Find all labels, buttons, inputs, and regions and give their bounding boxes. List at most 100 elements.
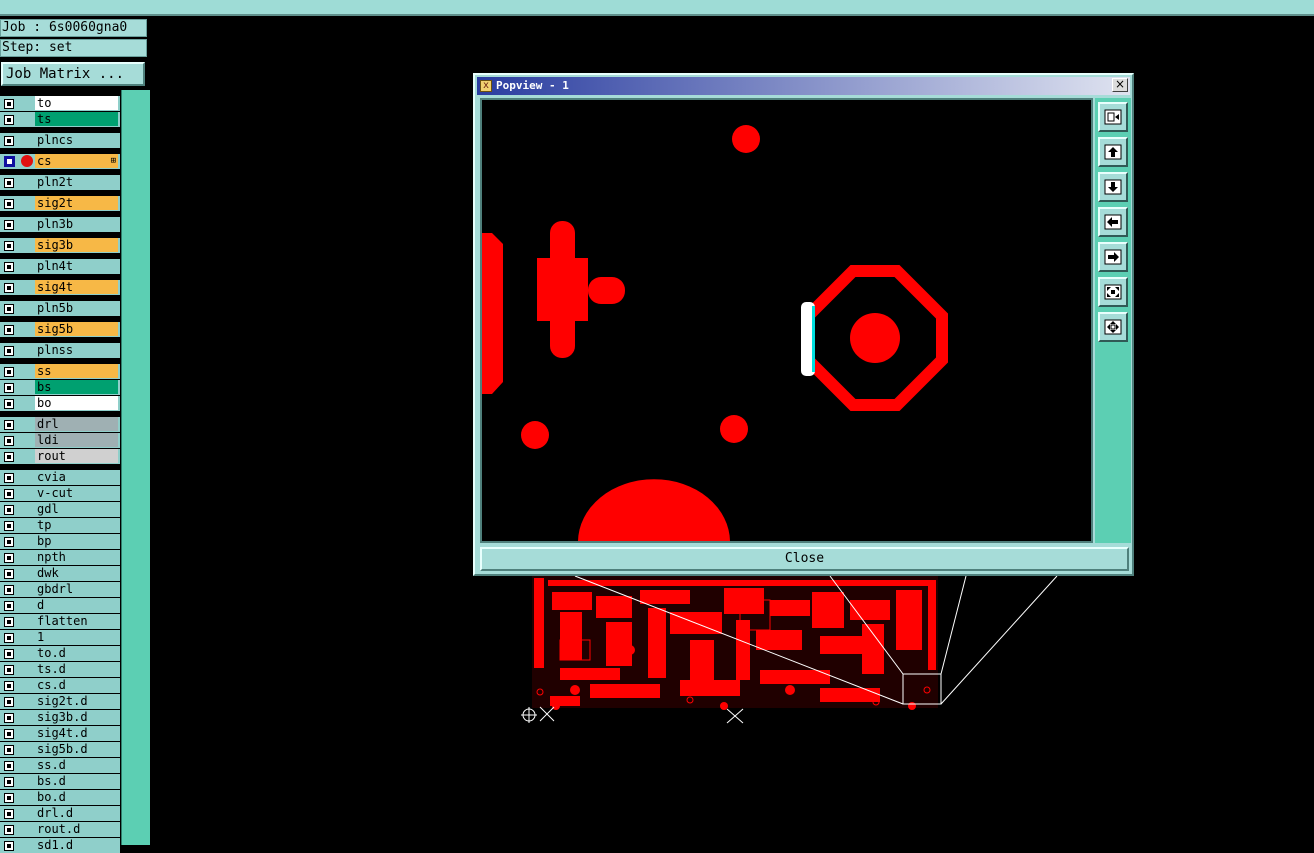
layer-name[interactable]: cs	[35, 154, 118, 168]
layer-row-d[interactable]: d	[0, 598, 120, 613]
popview-close-icon[interactable]: ×	[1112, 78, 1128, 92]
layer-checkbox[interactable]	[4, 569, 14, 579]
layer-checkbox[interactable]	[4, 713, 14, 723]
layer-row-rout-d[interactable]: rout.d	[0, 822, 120, 837]
layer-checkbox[interactable]	[4, 809, 14, 819]
layer-row-sig5b[interactable]: sig5b	[0, 322, 120, 337]
layer-name[interactable]: ldi	[35, 433, 118, 447]
layer-checkbox[interactable]	[4, 346, 14, 356]
layer-row-cs[interactable]: cs ⊞	[0, 154, 120, 169]
layer-checkbox[interactable]	[4, 617, 14, 627]
layer-name[interactable]: gbdrl	[35, 582, 118, 596]
layer-row-sig4t-d[interactable]: sig4t.d	[0, 726, 120, 741]
layer-name[interactable]: sig5b.d	[35, 742, 118, 756]
layer-row-drl[interactable]: drl	[0, 417, 120, 432]
layer-row-pln2t[interactable]: pln2t	[0, 175, 120, 190]
layer-row-gdl[interactable]: gdl	[0, 502, 120, 517]
zoom-center-button[interactable]	[1098, 312, 1128, 342]
layer-checkbox[interactable]	[4, 220, 14, 230]
layer-row-v-cut[interactable]: v-cut	[0, 486, 120, 501]
layer-name[interactable]: gdl	[35, 502, 118, 516]
layer-row-bs[interactable]: bs	[0, 380, 120, 395]
layer-checkbox[interactable]	[4, 420, 14, 430]
layer-name[interactable]: ss.d	[35, 758, 118, 772]
layer-row-gbdrl[interactable]: gbdrl	[0, 582, 120, 597]
layer-name[interactable]: ts.d	[35, 662, 118, 676]
layer-checkbox[interactable]	[4, 777, 14, 787]
layer-row-to[interactable]: to	[0, 96, 120, 111]
layer-checkbox[interactable]	[4, 325, 14, 335]
layer-checkbox[interactable]	[4, 585, 14, 595]
layer-row-bp[interactable]: bp	[0, 534, 120, 549]
layer-row-cs-d[interactable]: cs.d	[0, 678, 120, 693]
layer-name[interactable]: sd1.d	[35, 838, 118, 852]
layer-name[interactable]: plncs	[35, 133, 118, 147]
layer-name[interactable]: sig3b	[35, 238, 118, 252]
layer-row-tp[interactable]: tp	[0, 518, 120, 533]
layer-row-1[interactable]: 1	[0, 630, 120, 645]
layer-name[interactable]: bs	[35, 380, 118, 394]
layer-name[interactable]: pln4t	[35, 259, 118, 273]
layer-checkbox[interactable]	[4, 665, 14, 675]
layer-name[interactable]: v-cut	[35, 486, 118, 500]
layer-checkbox[interactable]	[4, 262, 14, 272]
layer-name[interactable]: tp	[35, 518, 118, 532]
layer-row-bo-d[interactable]: bo.d	[0, 790, 120, 805]
layer-name[interactable]: drl.d	[35, 806, 118, 820]
layer-name[interactable]: bp	[35, 534, 118, 548]
layer-checkbox[interactable]	[4, 489, 14, 499]
layer-name[interactable]: pln5b	[35, 301, 118, 315]
expand-icon[interactable]: ⊞	[111, 155, 116, 167]
layer-checkbox[interactable]	[4, 601, 14, 611]
layer-name[interactable]: pln2t	[35, 175, 118, 189]
layer-checkbox[interactable]	[4, 649, 14, 659]
layer-checkbox[interactable]	[4, 452, 14, 462]
layer-row-sd1-d[interactable]: sd1.d	[0, 838, 120, 853]
layer-checkbox[interactable]	[4, 553, 14, 563]
layer-checkbox[interactable]	[4, 505, 14, 515]
layer-row-bs-d[interactable]: bs.d	[0, 774, 120, 789]
layer-row-sig3b-d[interactable]: sig3b.d	[0, 710, 120, 725]
layer-checkbox[interactable]	[4, 367, 14, 377]
layer-checkbox[interactable]	[4, 841, 14, 851]
layer-name[interactable]: npth	[35, 550, 118, 564]
pan-left-button[interactable]	[1098, 207, 1128, 237]
layer-name[interactable]: 1	[35, 630, 118, 644]
layer-name[interactable]: sig3b.d	[35, 710, 118, 724]
layer-checkbox[interactable]	[4, 136, 14, 146]
active-layer-icon[interactable]	[4, 156, 15, 167]
layer-name[interactable]: to	[35, 96, 118, 110]
layer-row-sig5b-d[interactable]: sig5b.d	[0, 742, 120, 757]
layer-checkbox[interactable]	[4, 697, 14, 707]
layer-list-scrollbar[interactable]	[121, 90, 150, 845]
layer-row-plnss[interactable]: plnss	[0, 343, 120, 358]
layer-row-pln5b[interactable]: pln5b	[0, 301, 120, 316]
layer-row-sig4t[interactable]: sig4t	[0, 280, 120, 295]
layer-name[interactable]: rout	[35, 449, 118, 463]
layer-name[interactable]: flatten	[35, 614, 118, 628]
popview-close-button[interactable]: Close	[480, 547, 1129, 571]
layer-row-sig3b[interactable]: sig3b	[0, 238, 120, 253]
popview-titlebar[interactable]: x Popview - 1 ×	[477, 77, 1130, 95]
layer-checkbox[interactable]	[4, 521, 14, 531]
layer-checkbox[interactable]	[4, 304, 14, 314]
layer-checkbox[interactable]	[4, 825, 14, 835]
layer-name[interactable]: cvia	[35, 470, 118, 484]
layer-checkbox[interactable]	[4, 199, 14, 209]
zoom-home-button[interactable]	[1098, 102, 1128, 132]
layer-row-pln3b[interactable]: pln3b	[0, 217, 120, 232]
layer-row-ldi[interactable]: ldi	[0, 433, 120, 448]
layer-name[interactable]: cs.d	[35, 678, 118, 692]
layer-row-ss[interactable]: ss	[0, 364, 120, 379]
layer-checkbox[interactable]	[4, 761, 14, 771]
layer-row-rout[interactable]: rout	[0, 449, 120, 464]
layer-row-pln4t[interactable]: pln4t	[0, 259, 120, 274]
layer-checkbox[interactable]	[4, 473, 14, 483]
layer-row-plncs[interactable]: plncs	[0, 133, 120, 148]
layer-checkbox[interactable]	[4, 399, 14, 409]
layer-row-to-d[interactable]: to.d	[0, 646, 120, 661]
pan-up-button[interactable]	[1098, 137, 1128, 167]
layer-row-ss-d[interactable]: ss.d	[0, 758, 120, 773]
layer-name[interactable]: rout.d	[35, 822, 118, 836]
layer-checkbox[interactable]	[4, 729, 14, 739]
